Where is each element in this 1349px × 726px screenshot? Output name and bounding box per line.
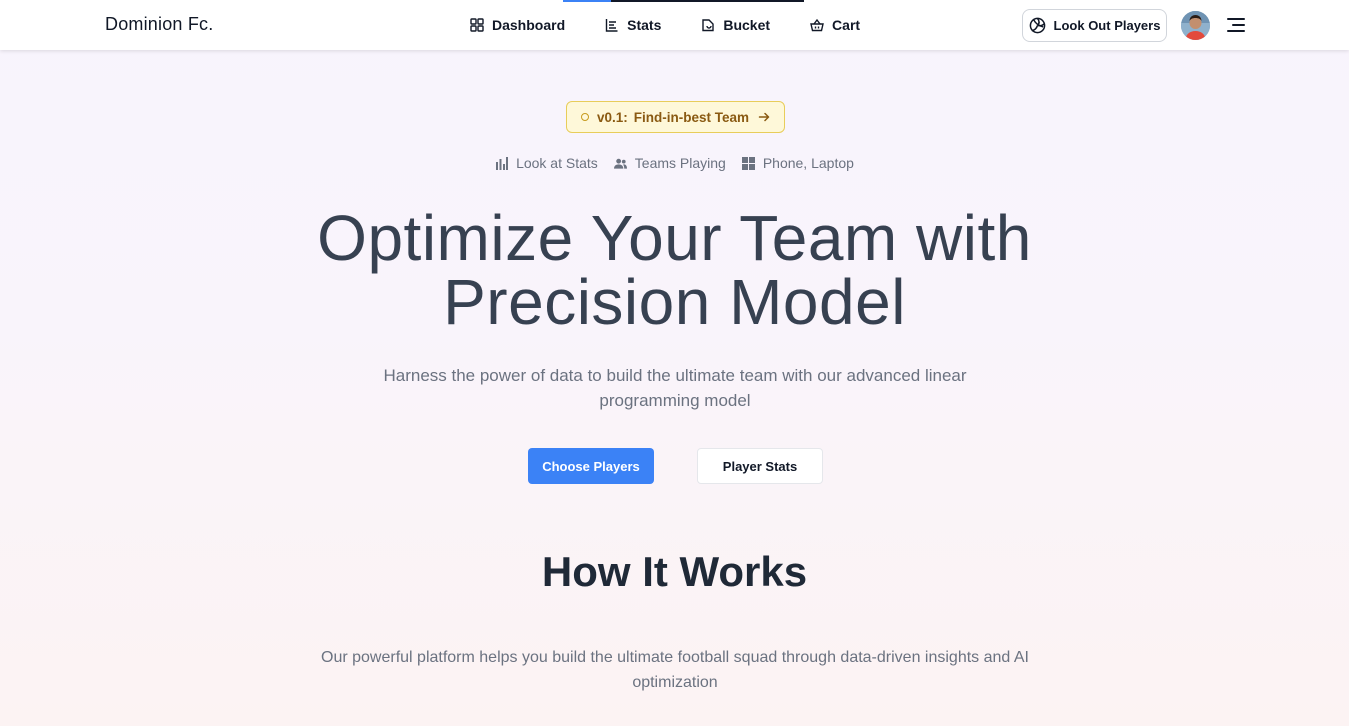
nav-bucket-label: Bucket: [723, 17, 771, 33]
look-out-players-button[interactable]: Look Out Players: [1022, 9, 1167, 42]
feature-teams-label: Teams Playing: [634, 155, 726, 171]
version-badge[interactable]: v0.1: Find-in-best Team: [566, 101, 785, 133]
hero-subtitle: Harness the power of data to build the u…: [383, 366, 967, 410]
nav-stats[interactable]: Stats: [605, 17, 661, 33]
bar-chart-icon: [496, 156, 509, 170]
feature-teams: Teams Playing: [613, 155, 726, 171]
nav-cart-label: Cart: [832, 17, 861, 33]
nav-cart[interactable]: Cart: [810, 17, 860, 33]
feature-stats-label: Look at Stats: [516, 155, 598, 171]
list-icon: [605, 19, 618, 32]
hero-title: Optimize Your Team with Precision Model: [0, 206, 1349, 334]
menu-icon[interactable]: [1226, 15, 1246, 35]
brand-logo[interactable]: Dominion Fc.: [105, 14, 213, 35]
bucket-icon: [702, 19, 715, 32]
nav-stats-label: Stats: [627, 17, 662, 33]
badge-dot-icon: [580, 113, 589, 121]
nav-dashboard[interactable]: Dashboard: [470, 17, 565, 33]
grid-icon: [470, 18, 484, 32]
feature-devices-label: Phone, Laptop: [762, 155, 854, 171]
player-stats-button[interactable]: Player Stats: [697, 448, 823, 484]
look-out-players-label: Look Out Players: [1053, 18, 1161, 33]
nav-bucket[interactable]: Bucket: [701, 17, 770, 33]
how-it-works-subtitle: Our powerful platform helps you build th…: [321, 649, 1029, 691]
volleyball-icon: [1029, 17, 1045, 34]
windows-icon: [741, 156, 755, 170]
feature-devices: Phone, Laptop: [741, 155, 854, 171]
avatar-image: [1181, 11, 1210, 40]
basket-icon: [810, 18, 824, 32]
arrow-right-icon: [758, 112, 770, 122]
how-it-works-title: How It Works: [541, 548, 808, 595]
feature-stats: Look at Stats: [495, 155, 598, 171]
nav-dashboard-label: Dashboard: [492, 17, 566, 33]
users-icon: [613, 158, 627, 169]
top-navbar: Dominion Fc. Dashboard Stats Bucket Cart…: [0, 0, 1349, 50]
hero-title-line1: Optimize Your Team with: [317, 202, 1032, 274]
badge-version: v0.1:: [596, 109, 628, 125]
choose-players-button[interactable]: Choose Players: [528, 448, 654, 484]
main-nav: Dashboard Stats Bucket Cart: [470, 0, 900, 50]
feature-list: Look at Stats Teams Playing Phone, Lapto…: [0, 155, 1349, 171]
badge-text: Find-in-best Team: [633, 109, 750, 125]
hero-title-line2: Precision Model: [443, 266, 906, 338]
avatar[interactable]: [1181, 11, 1210, 40]
